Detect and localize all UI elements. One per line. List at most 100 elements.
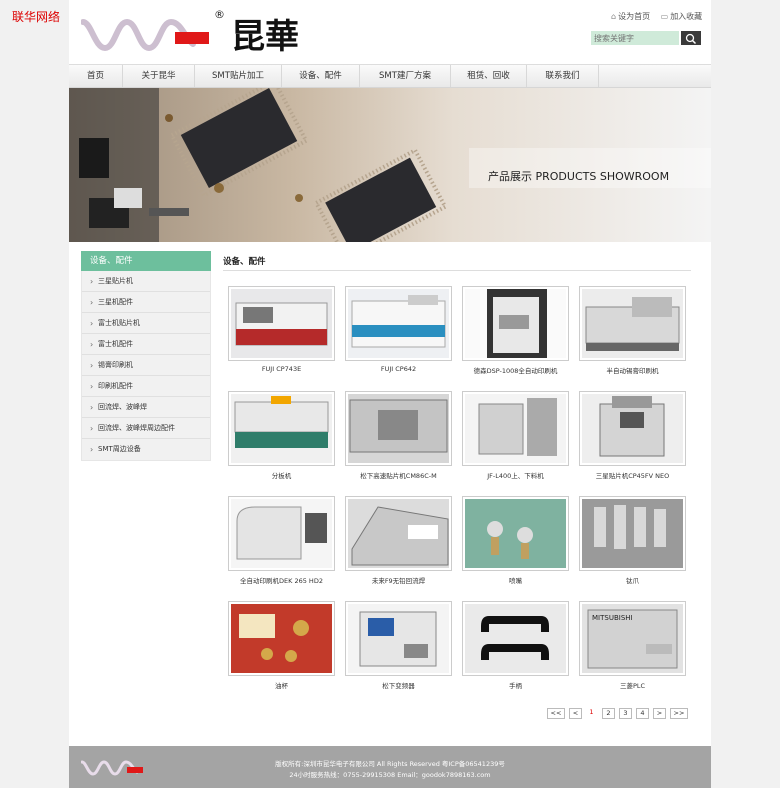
nav-item-factory-plan[interactable]: SMT建厂方案 [360, 65, 451, 87]
product-card[interactable]: JF-L400上、下料机 [462, 391, 569, 489]
sidebar-title: 设备、配件 [81, 251, 211, 271]
section-title: 设备、配件 [223, 257, 266, 267]
pager-first-button[interactable]: << [547, 708, 565, 719]
product-caption: FUJI CP642 [380, 365, 417, 373]
product-card[interactable]: 松下变频器 [345, 601, 452, 699]
product-card[interactable]: 喷嘴 [462, 496, 569, 594]
footer-copyright: 版权所有:深圳市昆华电子有限公司 All Rights Reserved 粤IC… [275, 760, 505, 768]
product-card[interactable]: 手柄 [462, 601, 569, 699]
product-card[interactable]: MITSUBISHI 三菱PLC [579, 601, 686, 699]
product-image [348, 394, 449, 463]
footer-contact: 24小时服务热线：0755-29915308 Email：goodok78981… [289, 771, 491, 779]
sidebar: 设备、配件 三星贴片机 三星机配件 富士机贴片机 富士机配件 锡膏印刷机 印刷机… [81, 251, 211, 461]
pager-next-button[interactable]: > [653, 708, 666, 719]
product-image [582, 289, 683, 358]
product-caption: 油杯 [275, 682, 288, 690]
main-nav: 首页 关于昆华 SMT贴片加工 设备、配件 SMT建厂方案 租赁、回收 联系我们 [69, 64, 711, 88]
sidebar-item-fuji-parts[interactable]: 富士机配件 [82, 334, 210, 355]
product-image: MITSUBISHI [582, 604, 683, 673]
product-image [231, 394, 332, 463]
banner: 产品展示 PRODUCTS SHOWROOM [69, 88, 711, 242]
product-caption: 未来F9无铅回流焊 [371, 577, 426, 585]
product-caption: FUJI CP743E [261, 365, 302, 373]
product-image [231, 604, 332, 673]
product-caption: 全自动印刷机DEK 265 HD2 [240, 577, 323, 585]
product-image [231, 289, 332, 358]
product-caption: 分板机 [271, 472, 292, 480]
svg-text:昆華: 昆華 [231, 17, 299, 57]
product-card[interactable]: 全自动印刷机DEK 265 HD2 [228, 496, 335, 594]
product-image [582, 499, 683, 568]
product-card[interactable]: 松下高速贴片机CM86C-M [345, 391, 452, 489]
product-caption: 三星贴片机CP45FV NEO [595, 472, 670, 480]
product-caption: 手柄 [509, 682, 522, 690]
search-icon [685, 33, 697, 45]
product-caption: 钛爪 [626, 577, 639, 585]
svg-text:MITSUBISHI: MITSUBISHI [592, 614, 633, 622]
pager-page-1[interactable]: 1 [585, 708, 598, 719]
home-icon: ⌂ [611, 12, 617, 21]
top-links: ⌂ 设为首页 ▭ 加入收藏 [611, 11, 702, 22]
product-card[interactable]: 油杯 [228, 601, 335, 699]
product-card[interactable]: 未来F9无铅回流焊 [345, 496, 452, 594]
circuit-board-image [69, 88, 711, 242]
bookmark-icon: ▭ [660, 12, 669, 21]
product-card[interactable]: 德森DSP-1008全自动印刷机 [462, 286, 569, 384]
product-caption: 松下高速贴片机CM86C-M [360, 472, 437, 480]
nav-item-rental[interactable]: 租赁、回收 [451, 65, 527, 87]
nav-item-about[interactable]: 关于昆华 [123, 65, 195, 87]
product-card[interactable]: 分板机 [228, 391, 335, 489]
search-box [591, 31, 701, 45]
sidebar-item-reflow-wave-parts[interactable]: 回流焊、波峰焊周边配件 [82, 418, 210, 439]
sidebar-item-reflow-wave[interactable]: 回流焊、波峰焊 [82, 397, 210, 418]
product-card[interactable]: 钛爪 [579, 496, 686, 594]
product-image [348, 499, 449, 568]
nav-item-contact[interactable]: 联系我们 [527, 65, 599, 87]
product-card[interactable]: FUJI CP642 [345, 286, 452, 384]
company-logo[interactable]: ® 昆華 [80, 8, 321, 58]
sidebar-item-fuji-mounter[interactable]: 富士机贴片机 [82, 313, 210, 334]
sidebar-item-samsung-parts[interactable]: 三星机配件 [82, 292, 210, 313]
search-input[interactable] [591, 31, 679, 45]
product-image [465, 499, 566, 568]
product-image [348, 604, 449, 673]
pager-prev-button[interactable]: < [569, 708, 582, 719]
sidebar-item-printer-parts[interactable]: 印刷机配件 [82, 376, 210, 397]
svg-text:®: ® [214, 8, 225, 21]
pager-page-2[interactable]: 2 [602, 708, 615, 719]
product-caption: 喷嘴 [509, 577, 522, 585]
product-image [348, 289, 449, 358]
page: ® 昆華 ⌂设为首页 ▭加入收藏 首页 关于昆华 SMT贴片加工 设备、配件 S… [69, 0, 711, 788]
product-image [465, 289, 566, 358]
footer: 版权所有:深圳市昆华电子有限公司 All Rights Reserved 粤IC… [69, 746, 711, 788]
product-caption: JF-L400上、下料机 [487, 472, 544, 480]
sidebar-item-samsung-mounter[interactable]: 三星贴片机 [82, 271, 210, 292]
header: ® 昆華 ⌂ 设为首页 ▭ 加入收藏 [69, 0, 711, 64]
nav-item-home[interactable]: 首页 [69, 65, 123, 87]
product-image [582, 394, 683, 463]
set-homepage-link[interactable]: ⌂ 设为首页 [611, 12, 650, 21]
sidebar-item-smt-peripheral[interactable]: SMT周边设备 [82, 439, 210, 460]
product-card[interactable]: FUJI CP743E [228, 286, 335, 384]
pager-page-4[interactable]: 4 [636, 708, 649, 719]
banner-title: 产品展示 PRODUCTS SHOWROOM [488, 170, 670, 183]
product-image [465, 604, 566, 673]
product-caption: 德森DSP-1008全自动印刷机 [473, 367, 558, 375]
product-image [465, 394, 566, 463]
site-watermark-label: 联华网络 [12, 10, 61, 24]
product-card[interactable]: 半自动锡膏印刷机 [579, 286, 686, 384]
product-caption: 半自动锡膏印刷机 [606, 367, 659, 375]
search-button[interactable] [681, 31, 701, 45]
product-card[interactable]: 三星贴片机CP45FV NEO [579, 391, 686, 489]
pager-page-3[interactable]: 3 [619, 708, 632, 719]
nav-item-smt-processing[interactable]: SMT贴片加工 [195, 65, 282, 87]
product-caption: 三菱PLC [619, 682, 646, 690]
nav-item-equipment[interactable]: 设备、配件 [282, 65, 360, 87]
product-image [231, 499, 332, 568]
product-caption: 松下变频器 [382, 682, 415, 690]
add-bookmark-link[interactable]: ▭ 加入收藏 [661, 12, 703, 21]
sidebar-item-solder-printer[interactable]: 锡膏印刷机 [82, 355, 210, 376]
sidebar-list: 三星贴片机 三星机配件 富士机贴片机 富士机配件 锡膏印刷机 印刷机配件 回流焊… [81, 271, 211, 461]
pager-last-button[interactable]: >> [670, 708, 688, 719]
section-divider [223, 270, 691, 271]
